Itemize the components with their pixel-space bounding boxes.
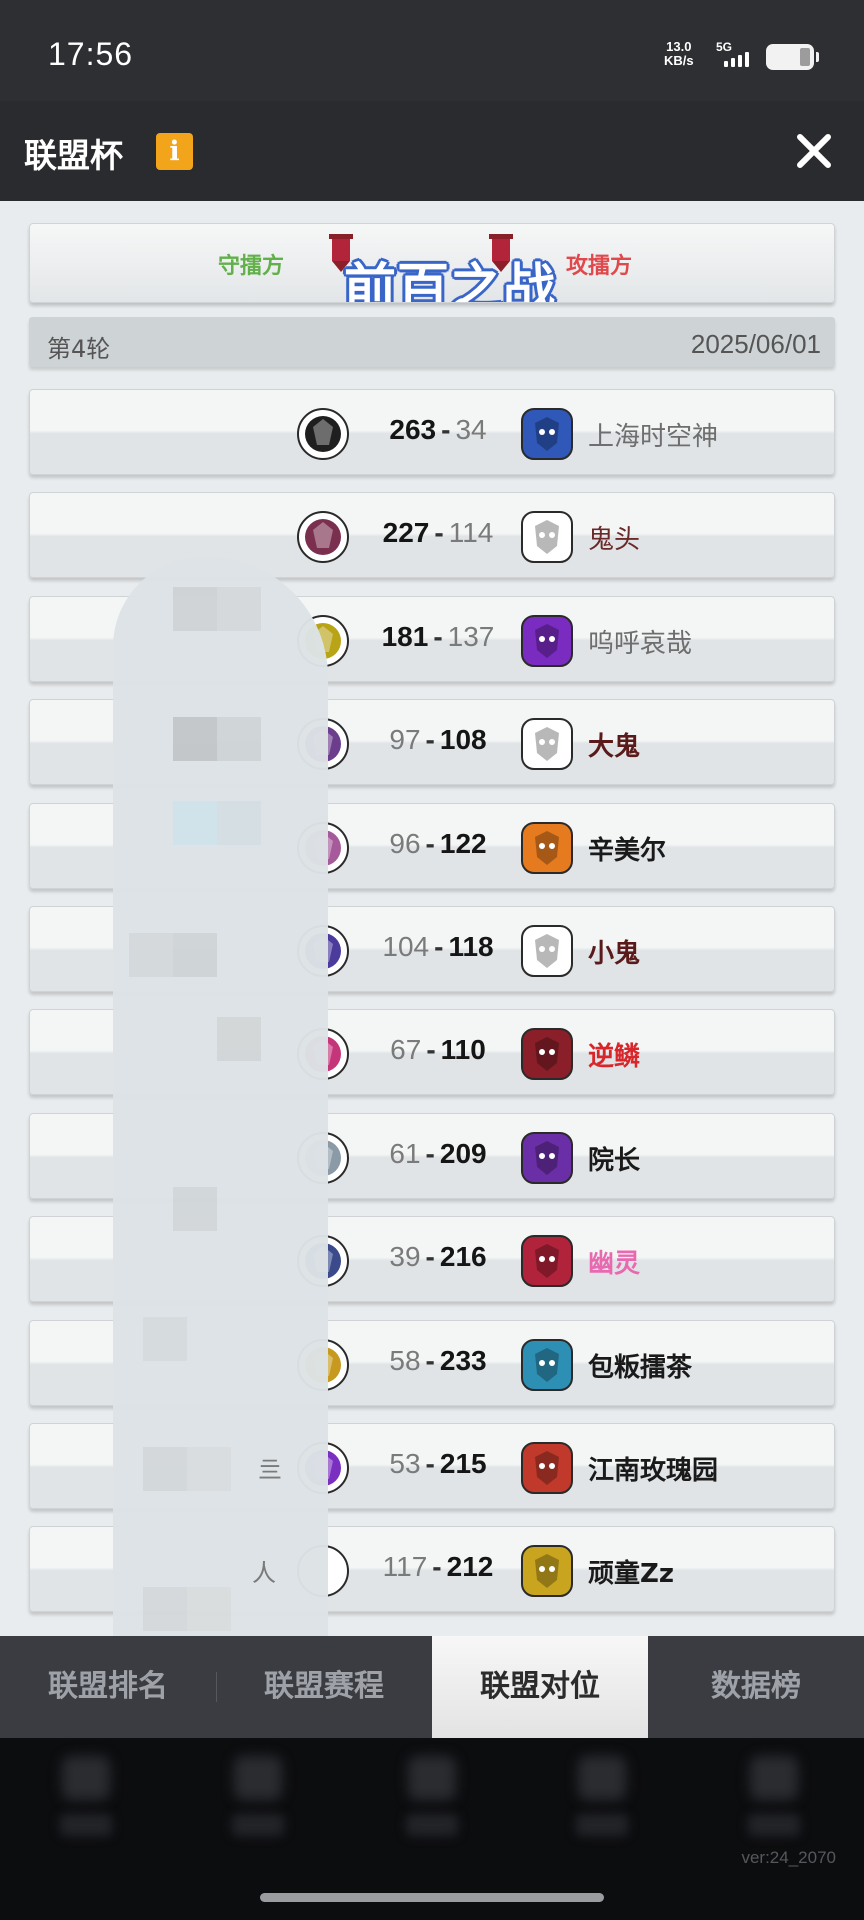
banner-headline: 前百之战 (343, 259, 556, 303)
defender-score: 58 (389, 1344, 421, 1376)
bottom-nav-item[interactable] (222, 1756, 294, 1846)
attacker-score: 215 (439, 1448, 487, 1479)
round-date: 2025/06/01 (690, 329, 821, 359)
attacker-score: 34 (455, 414, 487, 445)
attacker-team-name: 小鬼 (588, 939, 641, 969)
network-speed-unit: KB/s (664, 53, 694, 68)
attacker-score: 114 (448, 517, 494, 549)
match-score: 58-233 (389, 1344, 487, 1376)
defender-score: 263 (389, 414, 437, 445)
bottom-nav-item[interactable] (50, 1756, 122, 1846)
attacker-team-name: 逆鳞 (588, 1042, 641, 1073)
attacker-team-logo-icon (521, 1338, 573, 1391)
defender-score: 97 (389, 724, 421, 756)
bottom-nav-item[interactable] (396, 1756, 468, 1846)
match-score: 67-110 (390, 1034, 486, 1066)
signal-icon: 5G (716, 40, 756, 70)
defender-score: 53 (389, 1448, 421, 1479)
match-score: 97-108 (389, 724, 487, 756)
defender-score: 181 (381, 620, 429, 652)
match-row[interactable]: 227-114 鬼头 (29, 492, 835, 579)
attacker-team-logo-icon (521, 718, 573, 771)
match-score: 104-118 (382, 931, 494, 962)
attacker-team-name: 辛美尔 (588, 835, 667, 866)
match-score: 61-209 (389, 1137, 487, 1169)
match-score: 96-122 (389, 827, 487, 859)
close-icon[interactable] (792, 129, 836, 173)
left-team-fragment: 亖 (258, 1456, 282, 1484)
defender-score: 227 (382, 517, 430, 549)
defender-team-logo-icon (297, 408, 349, 460)
match-score: 263-34 (389, 414, 487, 445)
app-header: 联盟杯 i (0, 101, 864, 201)
version-label: ver:24_2070 (741, 1848, 836, 1867)
attacker-team-logo-icon (521, 1131, 573, 1184)
attacker-team-name: 鬼头 (588, 525, 641, 556)
defender-score: 117 (382, 1551, 428, 1583)
tab-bar: 联盟排名 联盟赛程 联盟对位 数据榜 (0, 1636, 864, 1738)
page-title: 联盟杯 (24, 136, 123, 175)
attacker-team-name: 顽童Zz (588, 1559, 674, 1590)
match-score: 117-212 (382, 1551, 494, 1583)
match-score: 53-215 (389, 1448, 487, 1479)
clock: 17:56 (48, 36, 134, 72)
defender-label: 守擂方 (218, 254, 285, 279)
bottom-nav-item[interactable] (566, 1756, 638, 1846)
match-score: 181-137 (381, 620, 495, 652)
defender-score: 96 (389, 827, 421, 859)
battery-icon (766, 44, 819, 70)
defender-score: 67 (390, 1034, 422, 1066)
attacker-team-logo-icon (521, 408, 573, 460)
tab-league-matchup[interactable]: 联盟对位 (432, 1636, 648, 1738)
attacker-team-logo-icon (521, 1235, 573, 1288)
attacker-score: 122 (439, 827, 487, 859)
tab-league-schedule[interactable]: 联盟赛程 (216, 1636, 432, 1738)
info-icon[interactable]: i (156, 133, 193, 170)
round-label: 第4轮 (47, 335, 111, 363)
defender-score: 61 (389, 1137, 421, 1169)
content-area: 守擂方 攻擂方 前百之战 第4轮 2025/06/01 263-34 上海时空神 2… (0, 201, 864, 1782)
defender-team-logo-icon (297, 511, 349, 564)
tab-league-ranking[interactable]: 联盟排名 (0, 1636, 216, 1738)
bottom-nav-item[interactable] (738, 1756, 810, 1846)
attacker-team-logo-icon (521, 925, 573, 977)
attacker-team-name: 大鬼 (588, 732, 641, 763)
attacker-score: 118 (448, 931, 494, 962)
attacker-team-logo-icon (521, 1028, 573, 1081)
network-speed: 13.0 KB/s (664, 40, 694, 68)
attacker-team-name: 呜呼哀哉 (588, 628, 693, 659)
attacker-team-logo-icon (521, 821, 573, 874)
attacker-team-name: 院长 (588, 1145, 641, 1176)
match-score: 39-216 (389, 1241, 487, 1273)
attacker-team-logo-icon (521, 1545, 573, 1598)
privacy-blur-overlay (113, 557, 328, 1782)
match-score: 227-114 (382, 517, 494, 549)
attacker-score: 137 (447, 620, 495, 652)
defender-score: 104 (382, 931, 430, 962)
home-indicator[interactable] (260, 1893, 604, 1902)
tab-data-board[interactable]: 数据榜 (648, 1636, 864, 1738)
defender-score: 39 (389, 1241, 421, 1273)
attacker-team-name: 江南玫瑰园 (588, 1456, 719, 1486)
attacker-team-name: 幽灵 (588, 1249, 641, 1280)
attacker-score: 212 (446, 1551, 494, 1583)
left-team-fragment: 人 (252, 1559, 276, 1587)
network-speed-value: 13.0 (666, 39, 692, 54)
attacker-score: 108 (439, 724, 487, 756)
attacker-score: 216 (439, 1241, 487, 1273)
status-bar: 17:56 13.0 KB/s 5G (0, 0, 864, 101)
attacker-score: 209 (439, 1137, 487, 1169)
round-bar: 第4轮 2025/06/01 (29, 317, 835, 367)
attacker-score: 233 (439, 1344, 487, 1376)
attacker-team-name: 上海时空神 (588, 422, 719, 452)
attacker-team-logo-icon (521, 511, 573, 564)
attacker-score: 110 (440, 1034, 486, 1066)
attacker-team-name: 包粄擂茶 (588, 1352, 693, 1383)
matchup-banner: 守擂方 攻擂方 前百之战 (29, 223, 835, 303)
attacker-team-logo-icon (521, 614, 573, 667)
attacker-team-logo-icon (521, 1442, 573, 1494)
match-row[interactable]: 263-34 上海时空神 (29, 389, 835, 475)
